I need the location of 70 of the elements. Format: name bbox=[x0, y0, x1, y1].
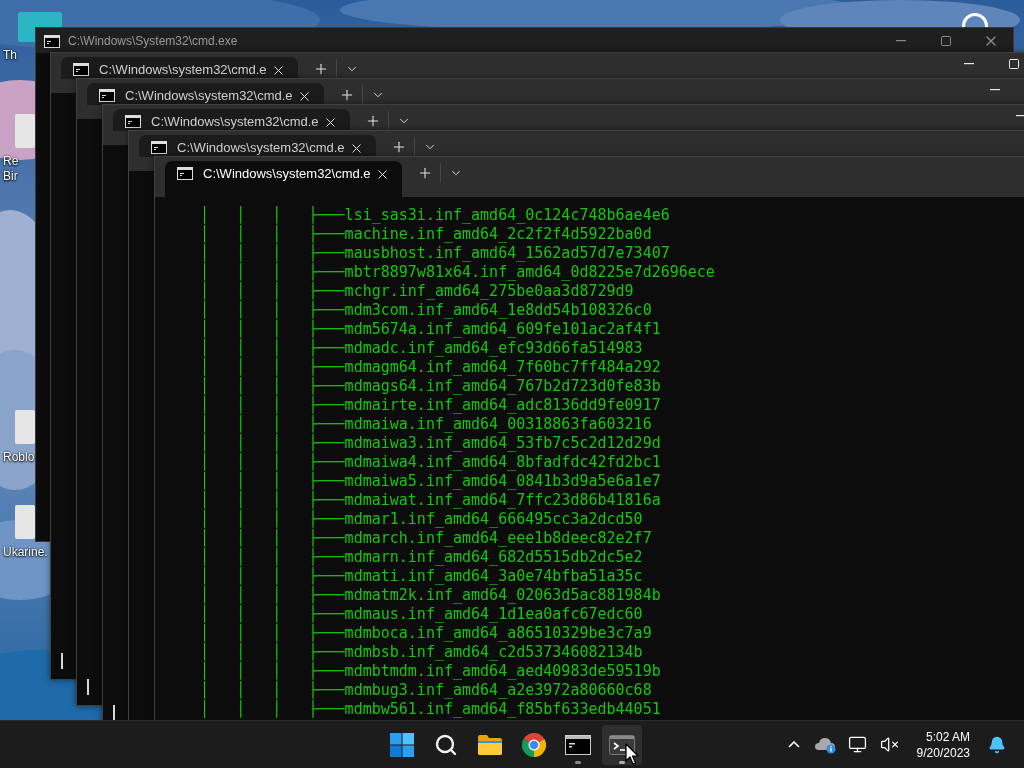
tab-title: C:\Windows\system32\cmd.e bbox=[99, 62, 267, 77]
console-icon bbox=[177, 167, 193, 180]
terminal-tab[interactable]: C:\Windows\system32\cmd.e bbox=[61, 57, 298, 79]
plus-icon bbox=[365, 113, 381, 129]
terminal-line: │ │ │ ├───mdmbug3.inf_amd64_a2e3972a80660c68 bbox=[199, 681, 652, 699]
terminal-line: │ │ │ ├───mdmaiwat.inf_amd64_7ffc23d86b41816a bbox=[199, 491, 662, 509]
terminal-line: │ │ │ ├───mdmaiwa5.inf_amd64_0841b3d9a5e6a1e7 bbox=[199, 472, 662, 490]
desktop-icon-label: Ukarine. bbox=[2, 545, 48, 560]
terminal-line: │ │ │ ├───mdmati.inf_amd64_3a0e74bfba51a35c bbox=[199, 567, 643, 585]
windows-icon bbox=[390, 732, 414, 757]
plus-icon bbox=[391, 139, 407, 155]
minimize-icon bbox=[963, 63, 974, 65]
terminal-line: │ │ │ ├───mdmar1.inf_amd64_666495cc3a2dcd50 bbox=[199, 510, 643, 528]
chevron-up-icon bbox=[787, 741, 800, 748]
mouse-pointer-icon bbox=[625, 743, 639, 765]
taskbar-button[interactable] bbox=[602, 724, 642, 765]
terminal-line: │ │ │ ├───mdmboca.inf_amd64_a86510329be3c7a9 bbox=[199, 624, 653, 642]
console-icon bbox=[99, 89, 115, 102]
terminal-line: │ │ │ ├───mbtr8897w81x64.inf_amd64_0d8225e7d2696ece bbox=[199, 263, 716, 281]
minimize-icon bbox=[1015, 115, 1024, 117]
console-icon bbox=[151, 141, 167, 154]
terminal-line: │ │ │ ├───mdmbtmdm.inf_amd64_aed40983de59519b bbox=[199, 662, 662, 680]
console-icon bbox=[125, 115, 141, 128]
terminal-line: │ │ │ ├───mdmarn.inf_amd64_682d5515db2dc5e2 bbox=[199, 548, 643, 566]
terminal-line: │ │ │ ├───machine.inf_amd64_2c2f2f4d5922ba0d bbox=[199, 225, 652, 243]
plus-icon bbox=[339, 87, 355, 103]
terminal-line: │ │ │ ├───mdmaiwa3.inf_amd64_53fb7c5c2d12d29d bbox=[199, 434, 662, 452]
terminal-line: │ │ │ ├───mdmadc.inf_amd64_efc93d66fa514983 bbox=[199, 339, 643, 357]
tab-title: C:\Windows\system32\cmd.e bbox=[203, 166, 371, 181]
maximize-icon bbox=[1007, 58, 1020, 70]
terminal-line: │ │ │ ├───mchgr.inf_amd64_275be0aa3d8729d9 bbox=[199, 282, 634, 300]
plus-icon bbox=[313, 61, 329, 77]
maximize-icon bbox=[939, 34, 952, 47]
desktop-icon-label: Roblo bbox=[2, 450, 35, 465]
terminal-line: │ │ │ ├───mdmairte.inf_amd64_adc8136dd9fe0917 bbox=[199, 396, 662, 414]
terminal-line: │ │ │ ├───mdm3com.inf_amd64_1e8dd54b108326c0 bbox=[199, 301, 652, 319]
terminal-line: │ │ │ ├───mdmarch.inf_amd64_eee1b8deec82e2f7 bbox=[199, 529, 653, 547]
desktop-icon-label: Th bbox=[2, 48, 17, 63]
terminal-line: │ │ │ ├───mdmags64.inf_amd64_767b2d723d0fe83b bbox=[199, 377, 662, 395]
search-icon bbox=[434, 732, 458, 757]
console-icon bbox=[565, 734, 591, 755]
folder-icon bbox=[477, 733, 503, 756]
terminal-tab[interactable]: C:\Windows\system32\cmd.e bbox=[87, 83, 324, 105]
terminal-line: │ │ │ ├───lsi_sas3i.inf_amd64_0c124c748b6ae4e6 bbox=[199, 206, 671, 224]
text-cursor bbox=[113, 705, 115, 721]
terminal-line: │ │ │ ├───mdmbw561.inf_amd64_f85bf633edb44051 bbox=[199, 700, 662, 719]
terminal-line: │ │ │ ├───mdmaiwa.inf_amd64_00318863fa603216 bbox=[199, 415, 652, 433]
terminal-line: │ │ │ ├───mdmbsb.inf_amd64_c2d537346082134b bbox=[199, 643, 643, 661]
plus-icon bbox=[417, 165, 433, 181]
terminal-line: │ │ │ ├───mdmaiwa4.inf_amd64_8bfadfdc42fd2bc1 bbox=[199, 453, 662, 471]
console-icon bbox=[73, 63, 89, 76]
text-cursor bbox=[87, 679, 89, 695]
browser-icon bbox=[522, 732, 546, 757]
terminal-tab[interactable]: C:\Windows\system32\cmd.e bbox=[139, 135, 376, 157]
terminal-tab[interactable]: C:\Windows\system32\cmd.e bbox=[165, 161, 402, 197]
terminal-tab[interactable]: C:\Windows\system32\cmd.e bbox=[113, 109, 350, 131]
text-cursor bbox=[61, 653, 63, 669]
minimize-icon bbox=[895, 39, 906, 42]
tab-title: C:\Windows\system32\cmd.e bbox=[151, 114, 319, 129]
clock[interactable]: 5:02 AM 9/20/2023 bbox=[908, 728, 978, 761]
console-icon bbox=[44, 35, 60, 48]
terminal-line: │ │ │ ├───mdm5674a.inf_amd64_609fe101ac2af4f1 bbox=[199, 320, 662, 338]
terminal-line: │ │ │ ├───mdmatm2k.inf_amd64_02063d5ac881984b bbox=[199, 586, 662, 604]
minimize-icon bbox=[989, 89, 1000, 91]
terminal-line: │ │ │ ├───mdmagm64.inf_amd64_7f60bc7ff484a292 bbox=[199, 358, 662, 376]
tab-title: C:\Windows\system32\cmd.e bbox=[125, 88, 293, 103]
window-title: C:\Windows\System32\cmd.exe bbox=[68, 33, 238, 48]
terminal-line: │ │ │ ├───mausbhost.inf_amd64_1562ad57d7e73407 bbox=[199, 244, 670, 262]
terminal-line: │ │ │ ├───mdmaus.inf_amd64_1d1ea0afc67edc60 bbox=[199, 605, 643, 623]
tab-title: C:\Windows\system32\cmd.e bbox=[177, 140, 345, 155]
